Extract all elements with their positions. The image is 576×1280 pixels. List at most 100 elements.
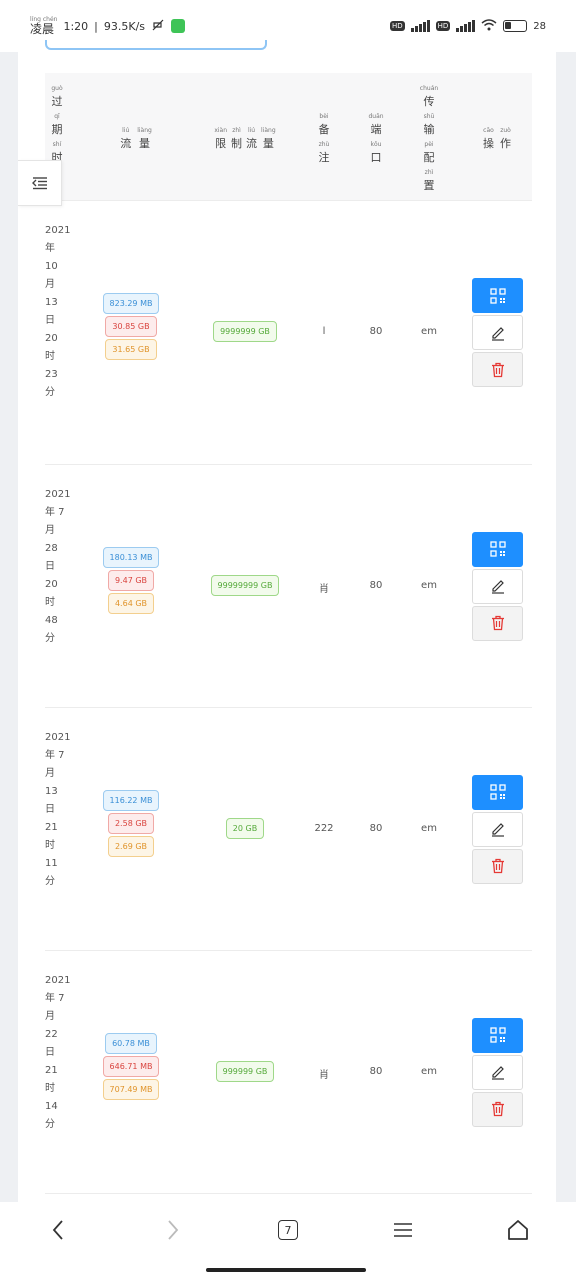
date-part: 13 (45, 297, 58, 308)
header-char: zhì 制 (231, 127, 243, 150)
table-row: 2021 年 7 月 13 日 21 时 11 分 116.22 MB 2.58 GB 2.69 GB… (45, 708, 532, 951)
expire-time: 2021 年 7 月 22 日 21 时 14 分 (45, 975, 71, 1137)
header-port: duān 端 kǒu 口 (361, 73, 391, 201)
qr-code-icon (489, 784, 506, 800)
delete-button[interactable] (472, 352, 523, 387)
header-char: liàng 量 (261, 127, 276, 150)
menu-button[interactable] (373, 1216, 433, 1244)
header-transport: chuán 传 shū 输 pèi 配 zhì 置 (411, 73, 447, 201)
date-part: 日 (45, 804, 55, 815)
delete-button[interactable] (472, 1091, 523, 1127)
date-part: 2021 (45, 225, 71, 236)
carrier-text: 凌晨 (30, 22, 55, 36)
date-part: 年 7 (45, 507, 65, 518)
total-tag: 4.64 GB (107, 592, 155, 614)
trash-icon (491, 1101, 504, 1117)
chevron-left-icon (52, 1220, 63, 1240)
date-part: 时 (45, 1083, 55, 1094)
hamburger-icon (394, 1223, 413, 1237)
header-char: zhù 注 (318, 141, 330, 164)
traffic-tags: 180.13 MB 9.47 GB 4.64 GB (101, 546, 161, 614)
remark-cell: 肖 (319, 583, 329, 595)
header-char: shū 输 (423, 113, 435, 136)
edit-button[interactable] (472, 568, 523, 604)
qr-code-icon (489, 1027, 506, 1043)
net-speed: 93.5K/s (103, 19, 146, 33)
remark-cell: 222 (314, 822, 334, 834)
delete-button[interactable] (472, 848, 523, 884)
menu-toggle-button[interactable] (18, 160, 62, 206)
edit-button[interactable] (472, 315, 523, 350)
forward-button[interactable] (143, 1216, 203, 1244)
total-tag: 31.65 GB (105, 339, 157, 360)
row-actions (472, 531, 523, 641)
transport-cell: em (421, 1065, 437, 1077)
home-button[interactable] (488, 1216, 548, 1244)
date-part: 14 (45, 1101, 58, 1112)
date-part: 23 (45, 369, 58, 380)
qr-code-button[interactable] (472, 774, 523, 810)
qr-code-button[interactable] (472, 1017, 523, 1053)
table-row: 2021 年 7 月 28 日 20 时 48 分 180.13 MB 9.47 GB 4.64 GB… (45, 465, 532, 708)
hd-icon: HD (389, 21, 405, 31)
trash-icon (491, 858, 504, 874)
date-part: 日 (45, 561, 55, 572)
download-tag: 646.71 MB (102, 1055, 160, 1077)
date-part: 28 (45, 543, 58, 554)
expire-time: 2021 年 10 月 13 日 20 时 23 分 (45, 225, 71, 405)
date-part: 月 (45, 768, 55, 779)
date-part: 年 (45, 243, 55, 254)
carrier-label: líng chén 凌晨 (30, 17, 57, 36)
date-part: 22 (45, 1029, 58, 1040)
table-header: guò过qī期shí时jiān间 liú流liàng量 xiàn限zhì制liú… (45, 73, 532, 201)
limit-tag: 20 GB (225, 817, 265, 839)
date-part: 分 (45, 876, 55, 887)
total-tag: 2.69 GB (107, 835, 155, 857)
expire-time: 2021 年 7 月 13 日 21 时 11 分 (45, 732, 70, 894)
edit-button[interactable] (472, 811, 523, 847)
tabs-button[interactable]: 7 (258, 1216, 318, 1244)
back-button[interactable] (28, 1216, 88, 1244)
transport-cell: em (421, 579, 437, 591)
trash-icon (491, 615, 504, 631)
header-limit: xiàn 限 zhì 制 liú 流 liàng 量 (195, 73, 295, 201)
date-part: 48 (45, 615, 58, 626)
date-part: 20 (45, 579, 58, 590)
signal-icon (410, 20, 430, 32)
header-char: chuán 传 (419, 85, 439, 108)
date-part: 时 (45, 597, 55, 608)
header-char: guò 过 (51, 85, 63, 108)
delete-button[interactable] (472, 605, 523, 641)
hd-icon-2: HD (435, 21, 451, 31)
date-part: 日 (45, 1047, 55, 1058)
date-part: 月 (45, 279, 55, 290)
search-input[interactable] (45, 40, 267, 50)
upload-tag: 60.78 MB (105, 1032, 157, 1054)
transport-cell: em (421, 326, 437, 337)
header-action: cāo 操 zuò 作 (469, 73, 525, 201)
upload-tag: 116.22 MB (102, 789, 160, 811)
date-part: 分 (45, 387, 55, 398)
download-tag: 9.47 GB (107, 569, 155, 591)
edit-pencil-icon (491, 326, 504, 341)
download-tag: 30.85 GB (105, 316, 157, 337)
table-row: 2021 年 7 月 22 日 21 时 14 分 60.78 MB 646.71 MB 707.49… (45, 951, 532, 1194)
edit-pencil-icon (491, 1066, 504, 1080)
edit-button[interactable] (472, 1054, 523, 1090)
qr-code-icon (489, 287, 506, 304)
row-actions (472, 1017, 523, 1127)
battery-icon (503, 20, 528, 32)
download-tag: 2.58 GB (107, 812, 155, 834)
date-part: 21 (45, 1065, 58, 1076)
date-part: 2021 (45, 975, 71, 986)
upload-tag: 180.13 MB (102, 546, 160, 568)
chevron-right-icon (168, 1220, 178, 1240)
date-part: 2021 (45, 489, 71, 500)
upload-tag: 823.29 MB (102, 293, 160, 314)
qr-code-button[interactable] (472, 278, 523, 313)
header-char: xiàn 限 (214, 127, 228, 150)
header-char: kǒu 口 (370, 141, 382, 164)
mute-icon (151, 18, 165, 35)
qr-code-button[interactable] (472, 531, 523, 567)
header-char: cāo 操 (483, 127, 494, 150)
